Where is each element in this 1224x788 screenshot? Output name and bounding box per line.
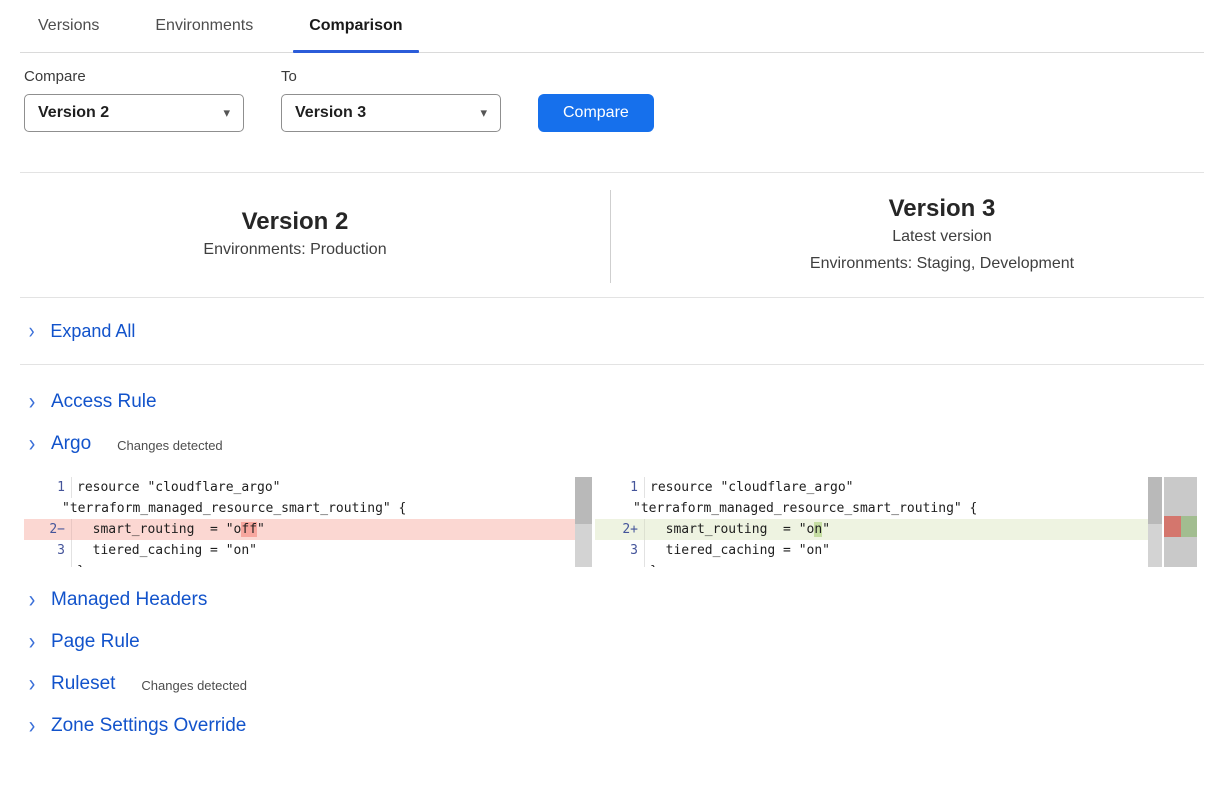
section-argo-label: Argo — [51, 433, 91, 455]
code-text: smart_routing = "o — [77, 522, 241, 537]
section-zone-settings-override-label: Zone Settings Override — [51, 715, 246, 737]
to-field-label: To — [281, 68, 501, 85]
code-text: " — [822, 522, 830, 537]
diff-pane-new: 1 resource "cloudflare_argo" "terraform_… — [595, 477, 1162, 567]
removed-word-highlight: ff — [241, 522, 257, 537]
tab-versions[interactable]: Versions — [22, 0, 115, 52]
changes-detected-badge: Changes detected — [117, 435, 223, 453]
caret-down-icon: ▾ — [223, 105, 230, 121]
diff-line-added: 2+ smart_routing = "on" — [595, 519, 1162, 540]
tab-comparison-label: Comparison — [309, 17, 402, 35]
diff-line: } — [24, 561, 592, 567]
to-version-select[interactable]: Version 3 ▾ — [281, 94, 501, 132]
section-ruleset-label: Ruleset — [51, 673, 115, 695]
resource-sections: › Access Rule › Argo Changes detected 1 … — [20, 365, 1204, 747]
caret-down-icon: ▾ — [480, 105, 487, 121]
right-version-title: Version 3 — [680, 193, 1204, 224]
right-version-environments: Environments: Staging, Development — [680, 251, 1204, 277]
scrollbar-thumb[interactable] — [575, 477, 592, 524]
code-text: resource "cloudflare_argo" — [645, 477, 854, 498]
tab-environments-label: Environments — [155, 17, 253, 35]
chevron-right-icon: › — [29, 390, 36, 414]
left-version-header: Version 2 Environments: Production — [20, 173, 610, 297]
code-text: resource "cloudflare_argo" — [72, 477, 281, 498]
scrollbar-track — [575, 477, 592, 567]
compare-form: Compare Version 2 ▾ To Version 3 ▾ Compa… — [24, 68, 1200, 132]
code-text: } — [645, 561, 658, 567]
code-text: " — [257, 522, 265, 537]
diff-line: 1 resource "cloudflare_argo" — [24, 477, 592, 498]
tab-bar: Versions Environments Comparison — [20, 0, 1204, 53]
right-version-latest-label: Latest version — [680, 224, 1204, 250]
right-version-header: Version 3 Latest version Environments: S… — [610, 173, 1204, 297]
section-ruleset[interactable]: › Ruleset Changes detected — [20, 663, 1204, 705]
section-managed-headers-label: Managed Headers — [51, 589, 207, 611]
diff-pane-old: 1 resource "cloudflare_argo" "terraform_… — [24, 477, 592, 567]
line-number — [24, 561, 72, 567]
chevron-right-icon: › — [29, 672, 36, 696]
diff-line: } — [595, 561, 1162, 567]
code-text: smart_routing = "on" — [645, 519, 830, 540]
scrollbar-thumb[interactable] — [1148, 477, 1162, 524]
diff-line: 1 resource "cloudflare_argo" — [595, 477, 1162, 498]
line-number: 1 — [595, 477, 645, 498]
code-text: "terraform_managed_resource_smart_routin… — [24, 498, 406, 519]
code-text: smart_routing = "o — [650, 522, 814, 537]
vertical-divider — [610, 190, 611, 283]
compare-field: Compare Version 2 ▾ — [24, 68, 244, 132]
section-page-rule-label: Page Rule — [51, 631, 140, 653]
section-zone-settings-override[interactable]: › Zone Settings Override — [20, 705, 1204, 747]
diff-line-wrap: "terraform_managed_resource_smart_routin… — [24, 498, 592, 519]
compare-version-value: Version 2 — [38, 104, 109, 122]
to-version-value: Version 3 — [295, 104, 366, 122]
ruler-removed-mark — [1164, 516, 1181, 537]
chevron-right-icon: › — [29, 588, 36, 612]
section-argo[interactable]: › Argo Changes detected — [20, 423, 1204, 465]
expand-all-label: Expand All — [50, 321, 135, 342]
compare-field-label: Compare — [24, 68, 244, 85]
line-number: 2− — [24, 519, 72, 540]
line-number — [595, 561, 645, 567]
code-text: tiered_caching = "on" — [645, 540, 830, 561]
to-field: To Version 3 ▾ — [281, 68, 501, 132]
code-text: } — [72, 561, 85, 567]
left-version-environments: Environments: Production — [20, 237, 570, 263]
changes-detected-badge: Changes detected — [141, 675, 247, 693]
tab-comparison[interactable]: Comparison — [293, 0, 418, 52]
tab-environments[interactable]: Environments — [139, 0, 269, 52]
code-text: "terraform_managed_resource_smart_routin… — [595, 498, 977, 519]
left-version-title: Version 2 — [20, 206, 570, 237]
section-access-rule-label: Access Rule — [51, 391, 157, 413]
line-number: 3 — [595, 540, 645, 561]
chevron-right-icon: › — [29, 630, 36, 654]
expand-all-button[interactable]: › Expand All — [20, 298, 1204, 365]
chevron-right-icon: › — [29, 320, 35, 342]
compare-button[interactable]: Compare — [538, 94, 654, 132]
diff-line-wrap: "terraform_managed_resource_smart_routin… — [595, 498, 1162, 519]
scrollbar-track — [1148, 477, 1162, 567]
line-number: 1 — [24, 477, 72, 498]
tab-versions-label: Versions — [38, 17, 99, 35]
diff-line: 3 tiered_caching = "on" — [24, 540, 592, 561]
code-text: tiered_caching = "on" — [72, 540, 257, 561]
argo-diff-viewer: 1 resource "cloudflare_argo" "terraform_… — [24, 477, 1204, 567]
section-managed-headers[interactable]: › Managed Headers — [20, 579, 1204, 621]
section-page-rule[interactable]: › Page Rule — [20, 621, 1204, 663]
comparison-page: Versions Environments Comparison Compare… — [0, 0, 1224, 788]
line-number: 3 — [24, 540, 72, 561]
chevron-right-icon: › — [29, 432, 36, 456]
diff-overview-ruler — [1164, 477, 1197, 567]
diff-line-removed: 2− smart_routing = "off" — [24, 519, 592, 540]
ruler-added-mark — [1181, 516, 1197, 537]
version-comparison-header: Version 2 Environments: Production Versi… — [20, 172, 1204, 298]
chevron-right-icon: › — [29, 714, 36, 738]
compare-version-select[interactable]: Version 2 ▾ — [24, 94, 244, 132]
section-access-rule[interactable]: › Access Rule — [20, 381, 1204, 423]
code-text: smart_routing = "off" — [72, 519, 265, 540]
line-number: 2+ — [595, 519, 645, 540]
diff-line: 3 tiered_caching = "on" — [595, 540, 1162, 561]
